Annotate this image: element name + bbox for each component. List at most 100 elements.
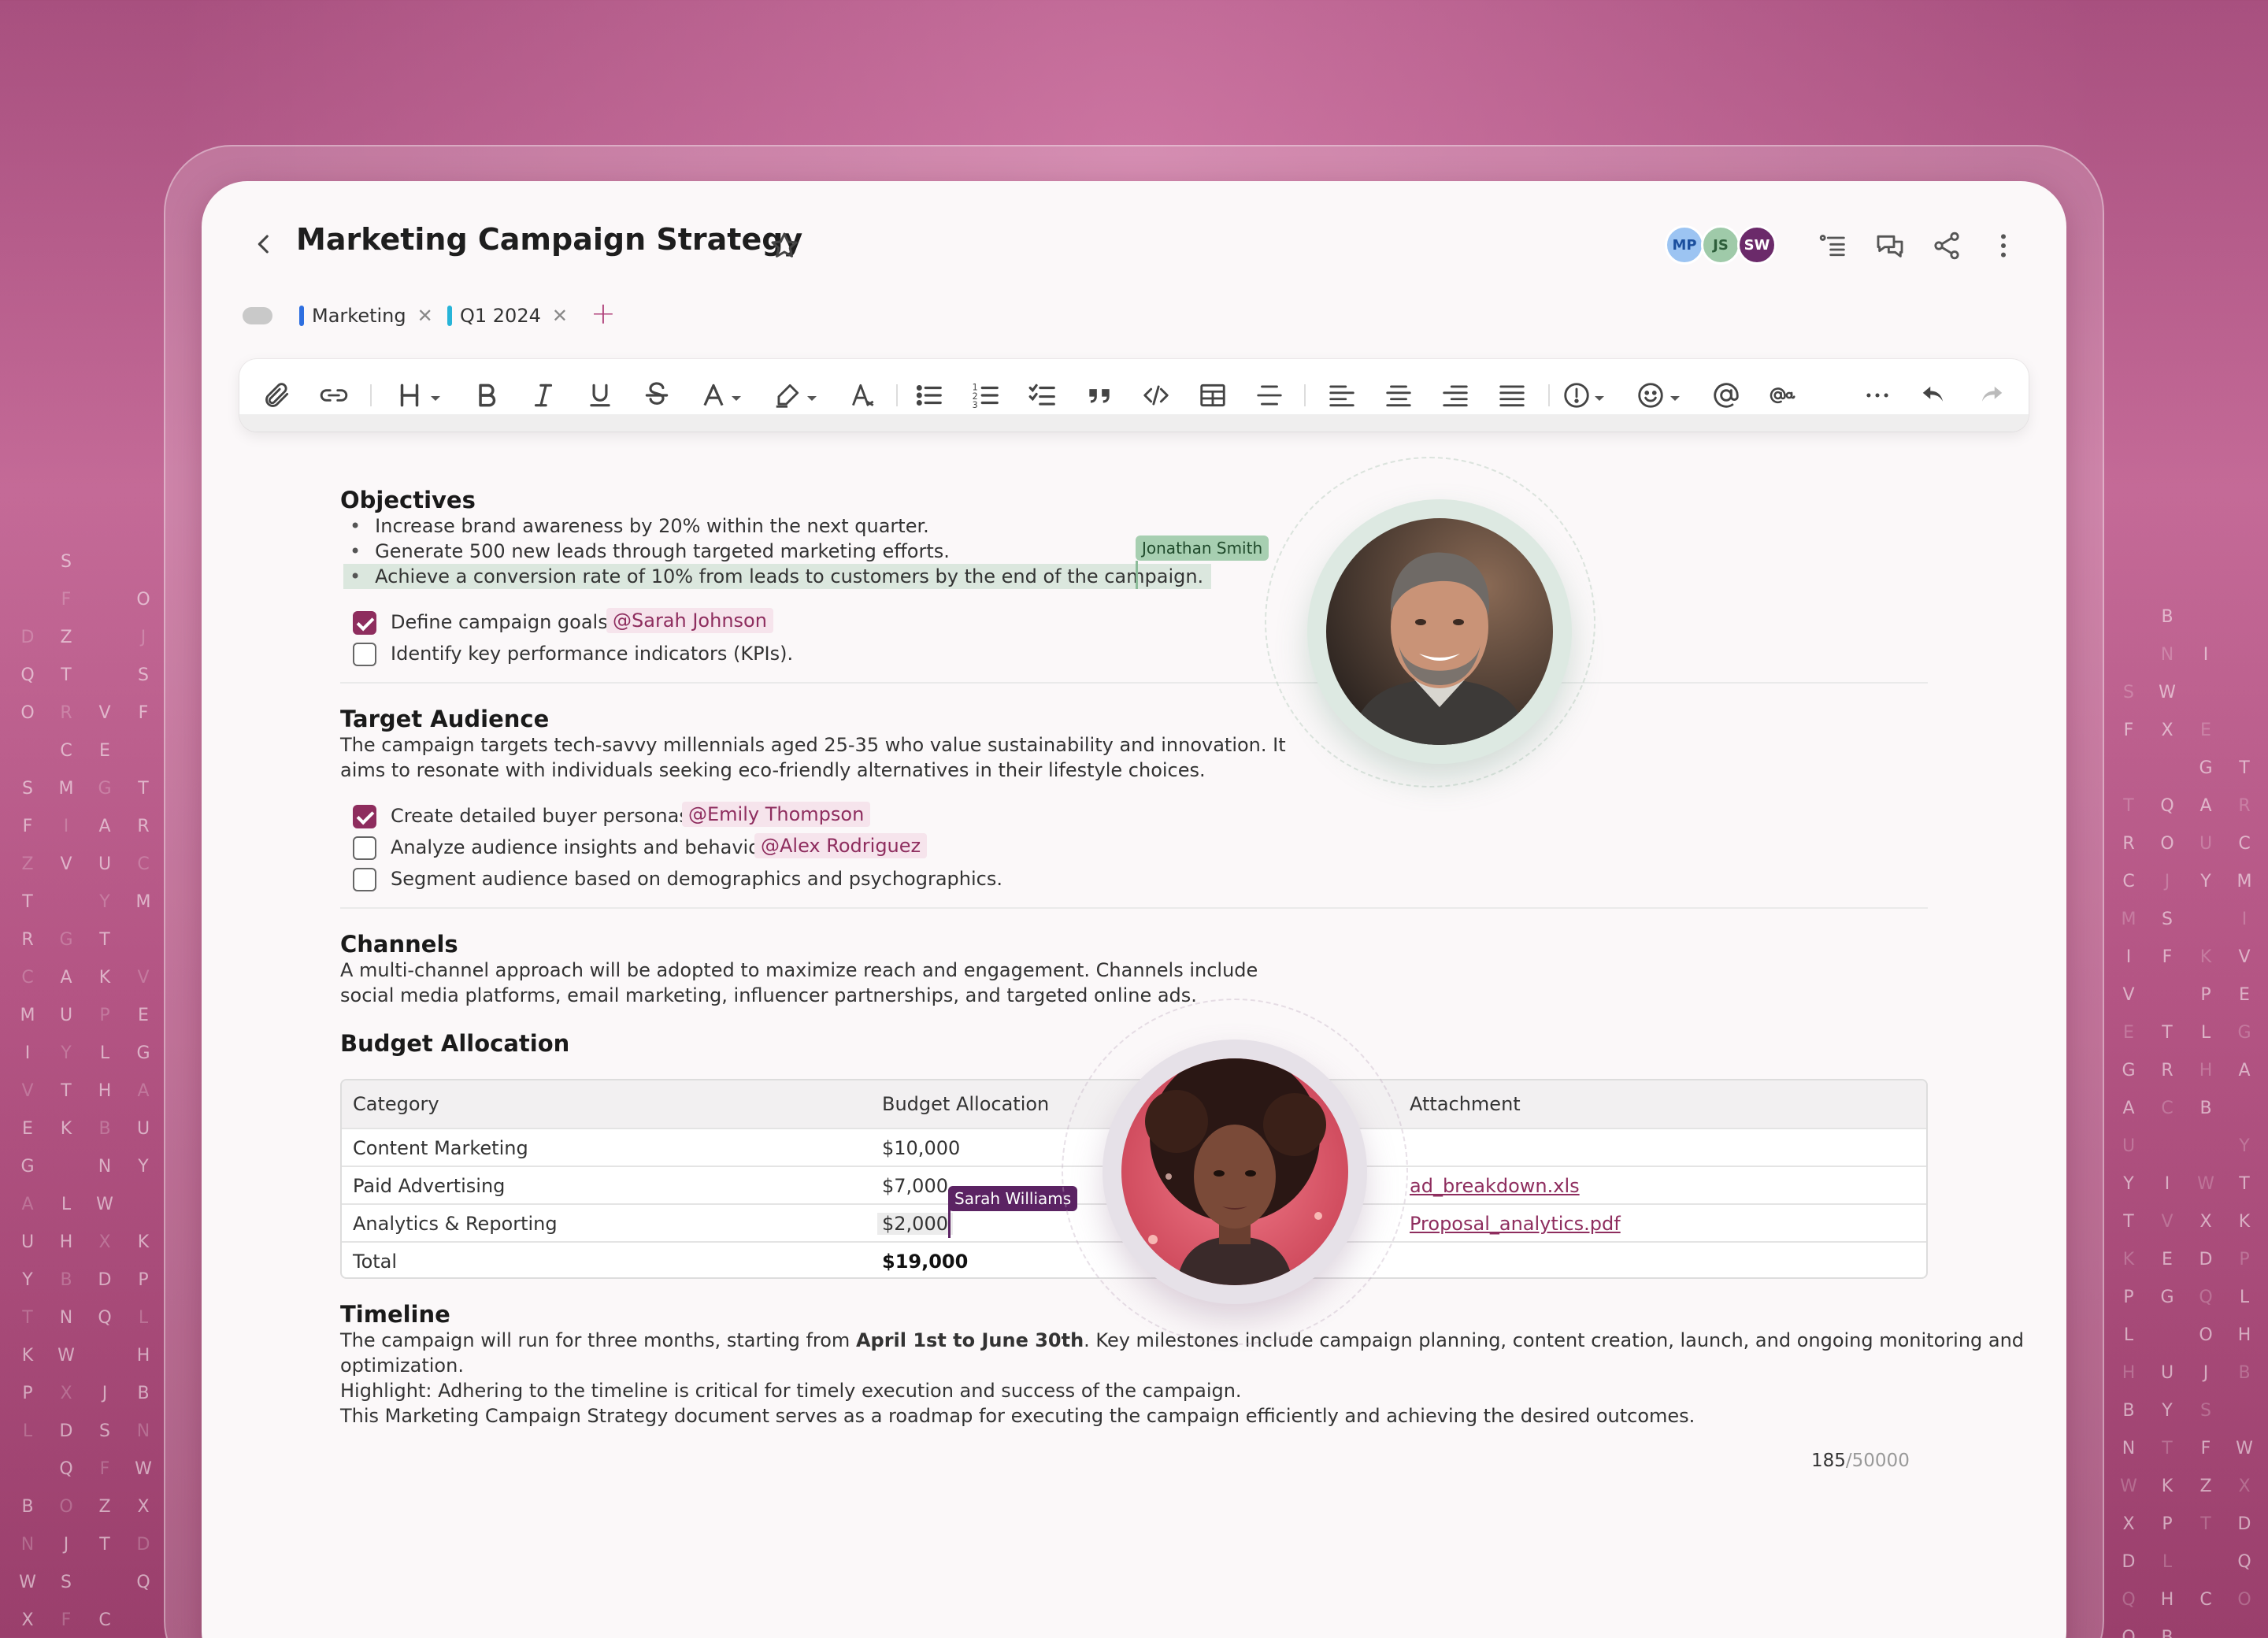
paragraph-line[interactable]: A multi-channel approach will be adopted…	[340, 958, 1258, 983]
background-letter: T	[2123, 796, 2134, 816]
align-justify-icon[interactable]	[1495, 378, 1529, 413]
background-letter	[135, 543, 152, 581]
remove-tag-icon[interactable]: ✕	[552, 305, 568, 327]
chevron-down-icon[interactable]	[1670, 391, 1681, 401]
bullet-list-icon[interactable]	[912, 378, 947, 413]
document-title[interactable]: Marketing Campaign Strategy	[296, 222, 802, 257]
bold-icon[interactable]	[469, 378, 504, 413]
letter-row: XFC	[9, 1602, 175, 1638]
avatar[interactable]: MP	[1665, 225, 1704, 265]
task-text[interactable]: Create detailed buyer personas.	[391, 805, 695, 827]
paragraph-line[interactable]: The campaign targets tech-savvy millenni…	[340, 732, 1286, 758]
chevron-down-icon[interactable]	[1594, 391, 1605, 401]
background-letter	[2197, 1128, 2214, 1166]
align-center-icon[interactable]	[1381, 378, 1416, 413]
background-letter: V	[137, 968, 150, 988]
background-letter: E	[2123, 1023, 2134, 1043]
background-letter: H	[2160, 1590, 2174, 1610]
tag-q1-2024[interactable]: Q1 2024 ✕	[447, 301, 568, 331]
paragraph-line[interactable]: This Marketing Campaign Strategy documen…	[340, 1403, 1695, 1429]
variable-mention-icon[interactable]	[1766, 378, 1800, 413]
task-checkbox[interactable]	[353, 643, 376, 666]
chevron-down-icon[interactable]	[806, 391, 817, 401]
user-mention[interactable]: @Emily Thompson	[682, 802, 871, 827]
strikethrough-icon[interactable]	[639, 378, 674, 413]
background-letter: H	[2122, 1363, 2136, 1383]
redo-icon[interactable]	[1973, 378, 2008, 413]
task-text[interactable]: Analyze audience insights and behavior.	[391, 836, 772, 858]
task-checkbox[interactable]	[353, 836, 376, 860]
background-letter: N	[136, 1421, 150, 1441]
attachment-link[interactable]: Proposal_analytics.pdf	[1410, 1213, 1621, 1235]
task-text[interactable]: Identify key performance indicators (KPI…	[391, 643, 793, 665]
italic-icon[interactable]	[526, 378, 561, 413]
link-icon[interactable]	[317, 378, 351, 413]
background-letter: N	[2122, 1439, 2136, 1458]
background-letter: W	[96, 1195, 113, 1214]
attachment-link[interactable]: ad_breakdown.xls	[1410, 1175, 1580, 1197]
emoji-icon[interactable]	[1633, 378, 1668, 413]
task-checkbox[interactable]	[353, 805, 376, 828]
avatar[interactable]: JS	[1701, 225, 1740, 265]
paragraph-line[interactable]: social media platforms, email marketing,…	[340, 983, 1197, 1008]
background-letter: Q	[20, 665, 35, 685]
clear-format-icon[interactable]	[846, 378, 880, 413]
highlighter-icon[interactable]	[770, 378, 805, 413]
tag-marketing[interactable]: Marketing ✕	[299, 301, 433, 331]
more-horizontal-icon[interactable]	[1860, 378, 1895, 413]
paragraph-line[interactable]: Highlight: Adhering to the timeline is c…	[340, 1378, 1242, 1403]
background-letter: M	[58, 779, 74, 799]
heading-icon[interactable]	[392, 378, 427, 413]
background-letter: E	[2200, 721, 2211, 740]
numbered-list-icon[interactable]: 123	[969, 378, 1003, 413]
quote-icon[interactable]	[1082, 378, 1117, 413]
align-left-icon[interactable]	[1325, 378, 1359, 413]
background-letter	[2236, 1090, 2253, 1128]
letter-row: CAKV	[9, 959, 175, 997]
outline-icon[interactable]	[1818, 230, 1849, 261]
task-checkbox[interactable]	[353, 868, 376, 891]
background-letter	[2159, 750, 2176, 788]
user-mention[interactable]: @Sarah Johnson	[606, 608, 773, 633]
attachment-icon[interactable]	[260, 378, 295, 413]
checklist-icon[interactable]	[1025, 378, 1060, 413]
paragraph-line[interactable]: aims to resonate with individuals seekin…	[340, 758, 1206, 783]
bullet-item-highlighted[interactable]: Achieve a conversion rate of 10% from le…	[343, 564, 1212, 589]
back-icon[interactable]	[250, 228, 277, 260]
horizontal-rule-icon[interactable]	[1252, 378, 1287, 413]
code-icon[interactable]	[1139, 378, 1173, 413]
more-vertical-icon[interactable]	[1988, 230, 2019, 261]
undo-icon[interactable]	[1917, 378, 1951, 413]
alert-icon[interactable]	[1559, 378, 1594, 413]
task-text[interactable]: Segment audience based on demographics a…	[391, 868, 1002, 890]
mention-icon[interactable]	[1709, 378, 1744, 413]
task-text[interactable]: Define campaign goals.	[391, 611, 613, 633]
user-mention[interactable]: @Alex Rodriguez	[754, 833, 928, 858]
section-heading-channels: Channels	[340, 931, 458, 958]
background-letter	[2159, 1128, 2176, 1166]
background-letter: F	[99, 1459, 110, 1479]
bullet-item[interactable]: Generate 500 new leads through targeted …	[350, 540, 950, 562]
underline-icon[interactable]	[583, 378, 617, 413]
tag-toggle[interactable]	[243, 307, 272, 324]
letter-row: LDSN	[9, 1413, 175, 1451]
paragraph-line[interactable]: optimization.	[340, 1353, 464, 1378]
star-icon[interactable]	[769, 230, 800, 261]
toolbar-divider	[370, 384, 372, 406]
align-right-icon[interactable]	[1438, 378, 1473, 413]
background-letter: B	[21, 1497, 34, 1517]
background-letter: S	[2123, 683, 2134, 702]
comments-icon[interactable]	[1874, 230, 1906, 261]
chevron-down-icon[interactable]	[430, 391, 441, 401]
add-tag-button[interactable]: +	[591, 296, 616, 331]
background-letter: T	[22, 1308, 33, 1328]
table-icon[interactable]	[1195, 378, 1230, 413]
text-color-icon[interactable]	[696, 378, 731, 413]
remove-tag-icon[interactable]: ✕	[417, 305, 433, 327]
task-checkbox[interactable]	[353, 611, 376, 635]
bullet-item[interactable]: Increase brand awareness by 20% within t…	[350, 515, 929, 537]
background-letter: L	[2239, 1288, 2250, 1307]
avatar[interactable]: SW	[1737, 225, 1777, 265]
share-icon[interactable]	[1931, 230, 1962, 261]
chevron-down-icon[interactable]	[731, 391, 742, 401]
